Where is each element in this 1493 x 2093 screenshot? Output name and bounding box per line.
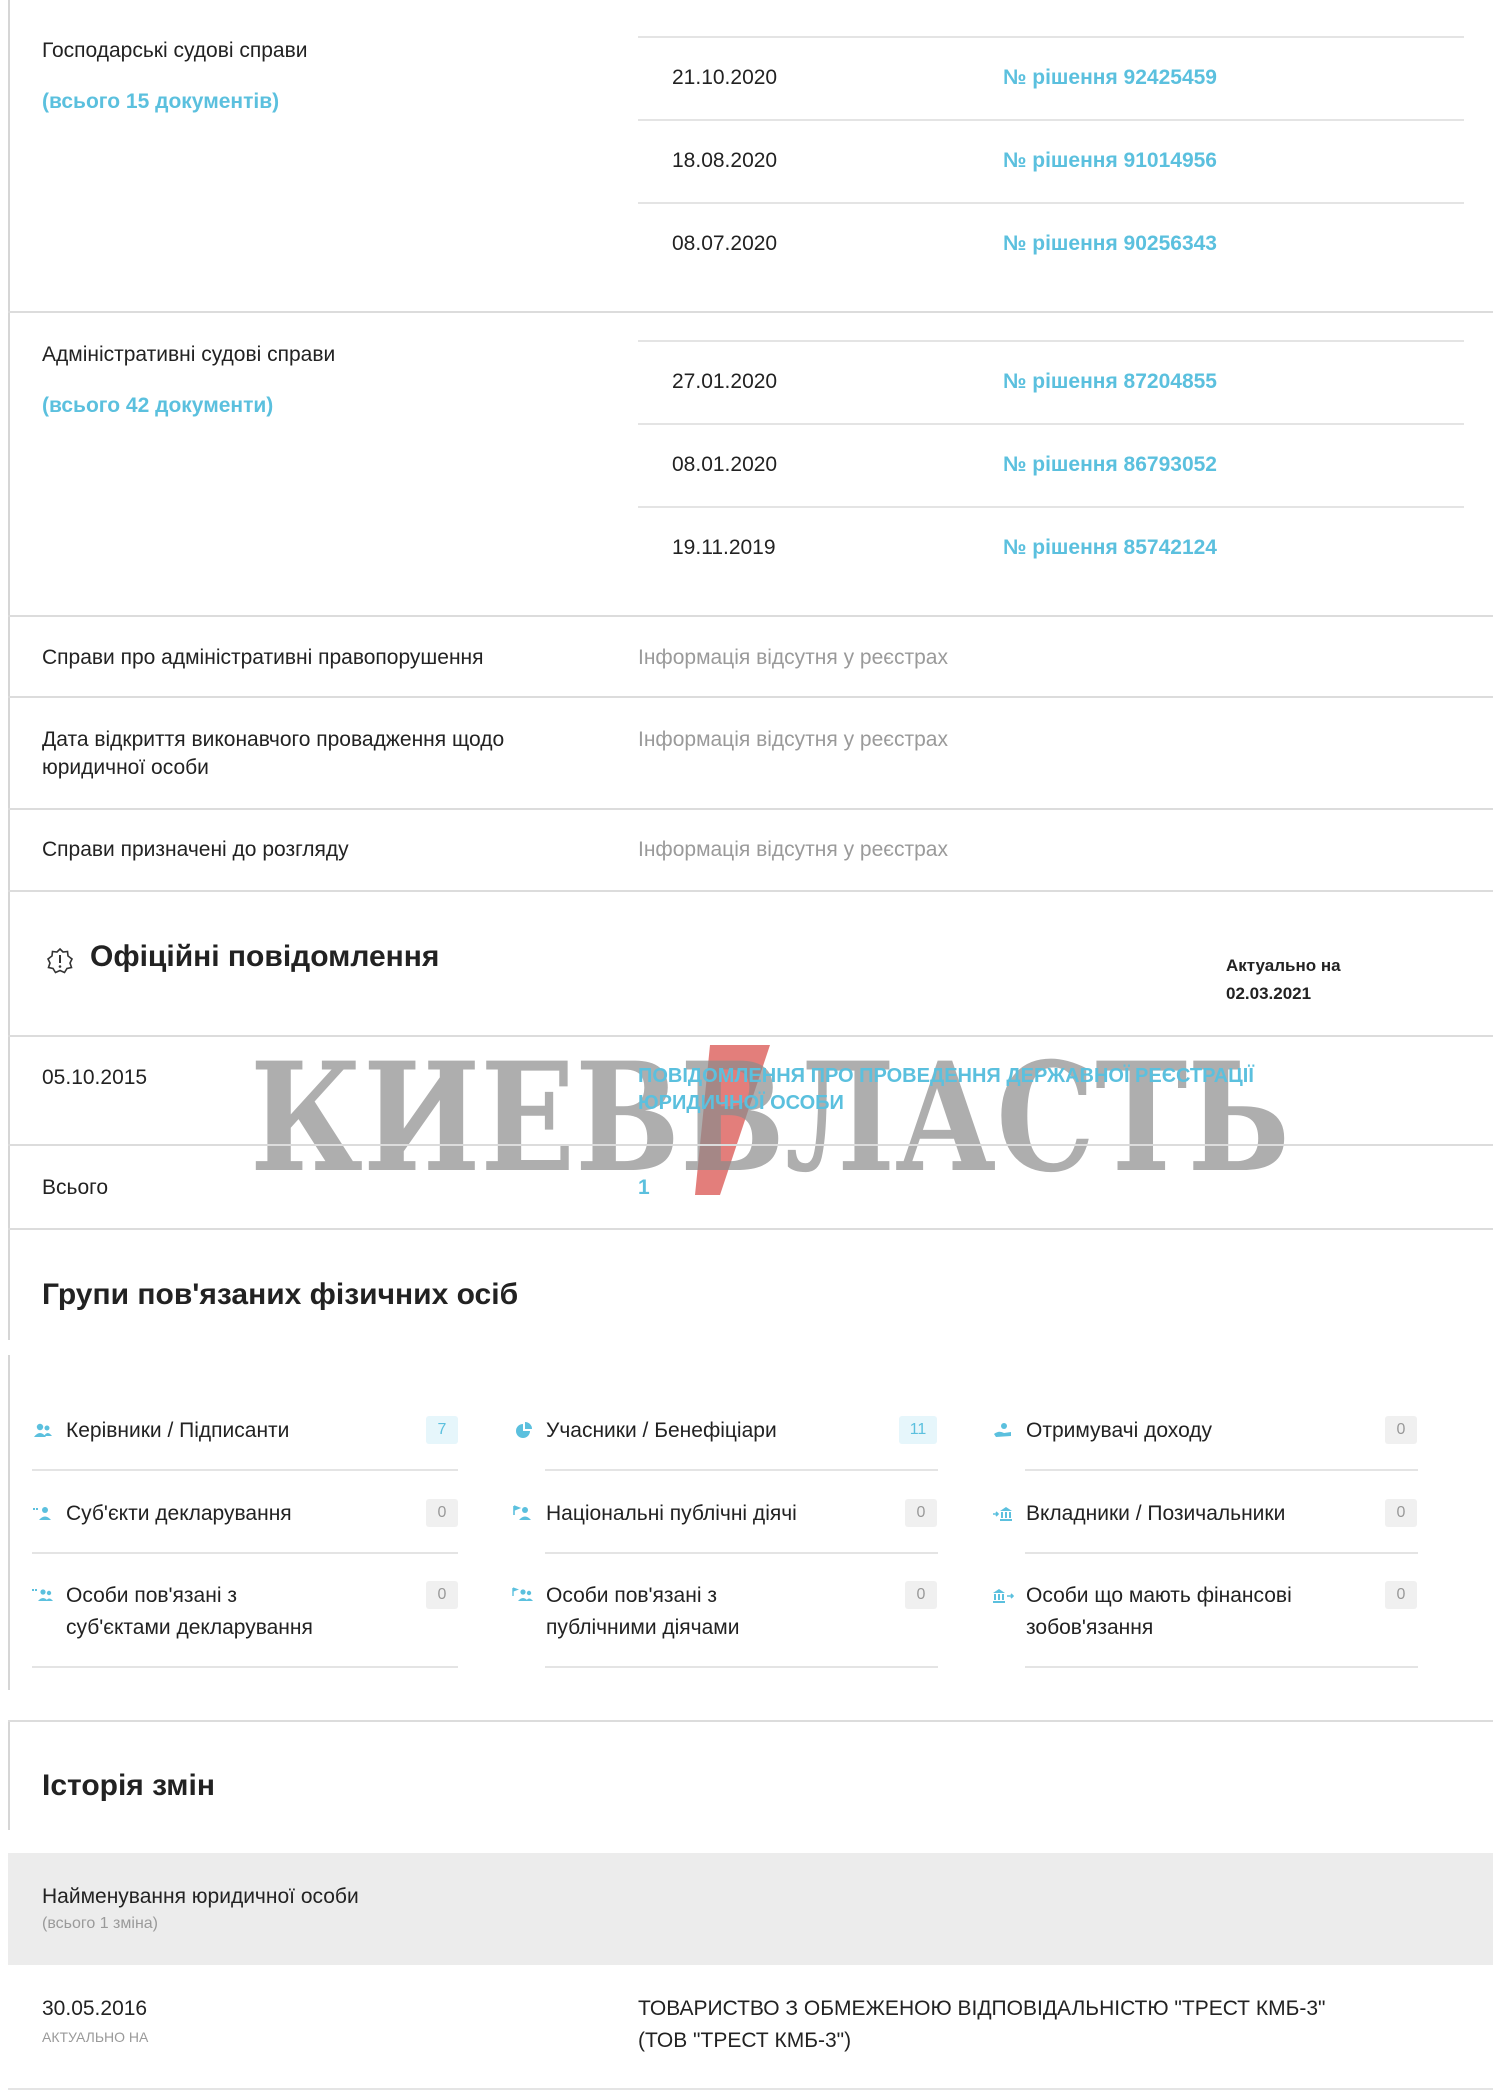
- group-item-label[interactable]: Особи що мають фінансові: [1026, 1581, 1292, 1611]
- declarant-icon: [33, 1507, 51, 1520]
- divider: [638, 423, 1464, 425]
- commercial-row-date: 08.07.2020: [672, 232, 778, 255]
- divider: [8, 2088, 1493, 2090]
- history-row-date-caption: АКТУАЛЬНО НА: [42, 2029, 149, 2045]
- notice-row-link[interactable]: ЮРИДИЧНОЇ ОСОБИ: [638, 1090, 844, 1116]
- bank-in-icon: [993, 1507, 1012, 1521]
- group-item-label[interactable]: публічними діячами: [546, 1613, 739, 1643]
- commercial-row-decision-link[interactable]: № рішення 90256343: [1003, 229, 1217, 259]
- offenses-label: Справи про адміністративні правопорушенн…: [42, 646, 484, 669]
- flag-group-icon: [512, 1587, 533, 1601]
- history-title: Історія змін: [42, 1769, 215, 1802]
- notices-actual-label: Актуально на: [1226, 956, 1341, 975]
- offenses-value: Інформація відсутня у реєстрах: [638, 646, 948, 669]
- left-border: [8, 1355, 10, 1690]
- group-count-badge: 11: [899, 1416, 937, 1444]
- divider: [1025, 1552, 1418, 1554]
- history-row-value: (ТОВ "ТРЕСТ КМБ-3"): [638, 2029, 852, 2052]
- notices-total-value[interactable]: 1: [638, 1173, 650, 1203]
- commercial-row-decision-link[interactable]: № рішення 92425459: [1003, 63, 1217, 93]
- group-count-badge: 0: [1385, 1416, 1417, 1444]
- divider: [1025, 1666, 1418, 1668]
- section-divider: [8, 890, 1493, 892]
- section-divider: [8, 1720, 1493, 1722]
- divider: [545, 1552, 938, 1554]
- divider: [638, 119, 1464, 121]
- administrative-row-decision-link[interactable]: № рішення 87204855: [1003, 367, 1217, 397]
- declarant-group-icon: [32, 1589, 53, 1601]
- group-count-badge: 0: [905, 1581, 937, 1609]
- left-border: [8, 1720, 10, 1830]
- history-row-value: ТОВАРИСТВО З ОБМЕЖЕНОЮ ВІДПОВІДАЛЬНІСТЮ …: [638, 1997, 1326, 2020]
- notice-row-link[interactable]: ПОВІДОМЛЕННЯ ПРО ПРОВЕДЕННЯ ДЕРЖАВНОЇ РЕ…: [638, 1063, 1254, 1089]
- group-item-label[interactable]: Учасники / Бенефіціари: [546, 1416, 777, 1446]
- administrative-row-date: 08.01.2020: [672, 453, 778, 476]
- section-divider: [8, 1228, 1493, 1230]
- administrative-row-date: 27.01.2020: [672, 370, 778, 393]
- group-count-badge: 7: [426, 1416, 458, 1444]
- commercial-cases-count-link[interactable]: (всього 15 документів): [42, 87, 279, 117]
- section-divider: [8, 696, 1493, 698]
- group-item-label[interactable]: Керівники / Підписанти: [66, 1416, 289, 1446]
- administrative-row-decision-link[interactable]: № рішення 86793052: [1003, 450, 1217, 480]
- alert-badge-icon: [46, 947, 74, 974]
- section-divider: [8, 311, 1493, 313]
- section-divider: [8, 615, 1493, 617]
- divider: [545, 1666, 938, 1668]
- flag-person-icon: [513, 1505, 531, 1520]
- divider: [32, 1552, 458, 1554]
- administrative-row-date: 19.11.2019: [672, 536, 776, 559]
- commercial-row-date: 21.10.2020: [672, 66, 778, 89]
- group-count-badge: 0: [426, 1499, 458, 1527]
- bank-out-icon: [993, 1589, 1014, 1603]
- divider: [638, 202, 1464, 204]
- divider: [638, 340, 1464, 342]
- section-divider: [8, 1035, 1493, 1037]
- enforcement-value: Інформація відсутня у реєстрах: [638, 728, 948, 751]
- history-section-label[interactable]: Найменування юридичної особи: [42, 1882, 359, 1912]
- enforcement-label: Дата відкриття виконавчого провадження щ…: [42, 728, 505, 751]
- administrative-cases-label: Адміністративні судові справи: [42, 343, 336, 366]
- notices-total-label: Всього: [42, 1176, 109, 1199]
- group-item-label[interactable]: Вкладники / Позичальники: [1026, 1499, 1285, 1529]
- group-item-label[interactable]: Суб'єкти декларування: [66, 1499, 292, 1529]
- group-count-badge: 0: [426, 1581, 458, 1609]
- company-profile-page: Господарські судові справи (всього 15 до…: [0, 0, 1493, 2093]
- divider: [1025, 1469, 1418, 1471]
- pie-chart-icon: [516, 1422, 532, 1438]
- enforcement-label: юридичної особи: [42, 756, 209, 779]
- group-count-badge: 0: [1385, 1581, 1417, 1609]
- notices-actual-date: 02.03.2021: [1226, 984, 1312, 1003]
- group-item-label[interactable]: суб'єктами декларування: [66, 1613, 313, 1643]
- section-divider: [8, 1144, 1493, 1146]
- administrative-row-decision-link[interactable]: № рішення 85742124: [1003, 533, 1217, 563]
- administrative-cases-count-link[interactable]: (всього 42 документи): [42, 391, 273, 421]
- divider: [32, 1666, 458, 1668]
- left-border: [8, 0, 10, 1340]
- notice-row-date: 05.10.2015: [42, 1066, 148, 1089]
- divider: [638, 36, 1464, 38]
- divider: [638, 506, 1464, 508]
- group-count-badge: 0: [1385, 1499, 1417, 1527]
- notices-title: Офіційні повідомлення: [90, 940, 440, 973]
- income-icon: [994, 1423, 1011, 1437]
- group-item-label[interactable]: Особи пов'язані з: [546, 1581, 717, 1611]
- group-count-badge: 0: [905, 1499, 937, 1527]
- users-icon: [34, 1423, 52, 1437]
- group-item-label[interactable]: Отримувачі доходу: [1026, 1416, 1212, 1446]
- group-item-label[interactable]: зобов'язання: [1026, 1613, 1153, 1643]
- divider: [545, 1469, 938, 1471]
- commercial-row-date: 18.08.2020: [672, 149, 778, 172]
- group-item-label[interactable]: Особи пов'язані з: [66, 1581, 237, 1611]
- groups-title: Групи пов'язаних фізичних осіб: [42, 1278, 519, 1311]
- scheduled-label: Справи призначені до розгляду: [42, 838, 349, 861]
- section-divider: [8, 808, 1493, 810]
- commercial-row-decision-link[interactable]: № рішення 91014956: [1003, 146, 1217, 176]
- history-row-date: 30.05.2016: [42, 1997, 148, 2020]
- divider: [32, 1469, 458, 1471]
- group-item-label[interactable]: Національні публічні діячі: [546, 1499, 797, 1529]
- history-section-count: (всього 1 зміна): [42, 1915, 159, 1932]
- commercial-cases-label: Господарські судові справи: [42, 39, 308, 62]
- scheduled-value: Інформація відсутня у реєстрах: [638, 838, 948, 861]
